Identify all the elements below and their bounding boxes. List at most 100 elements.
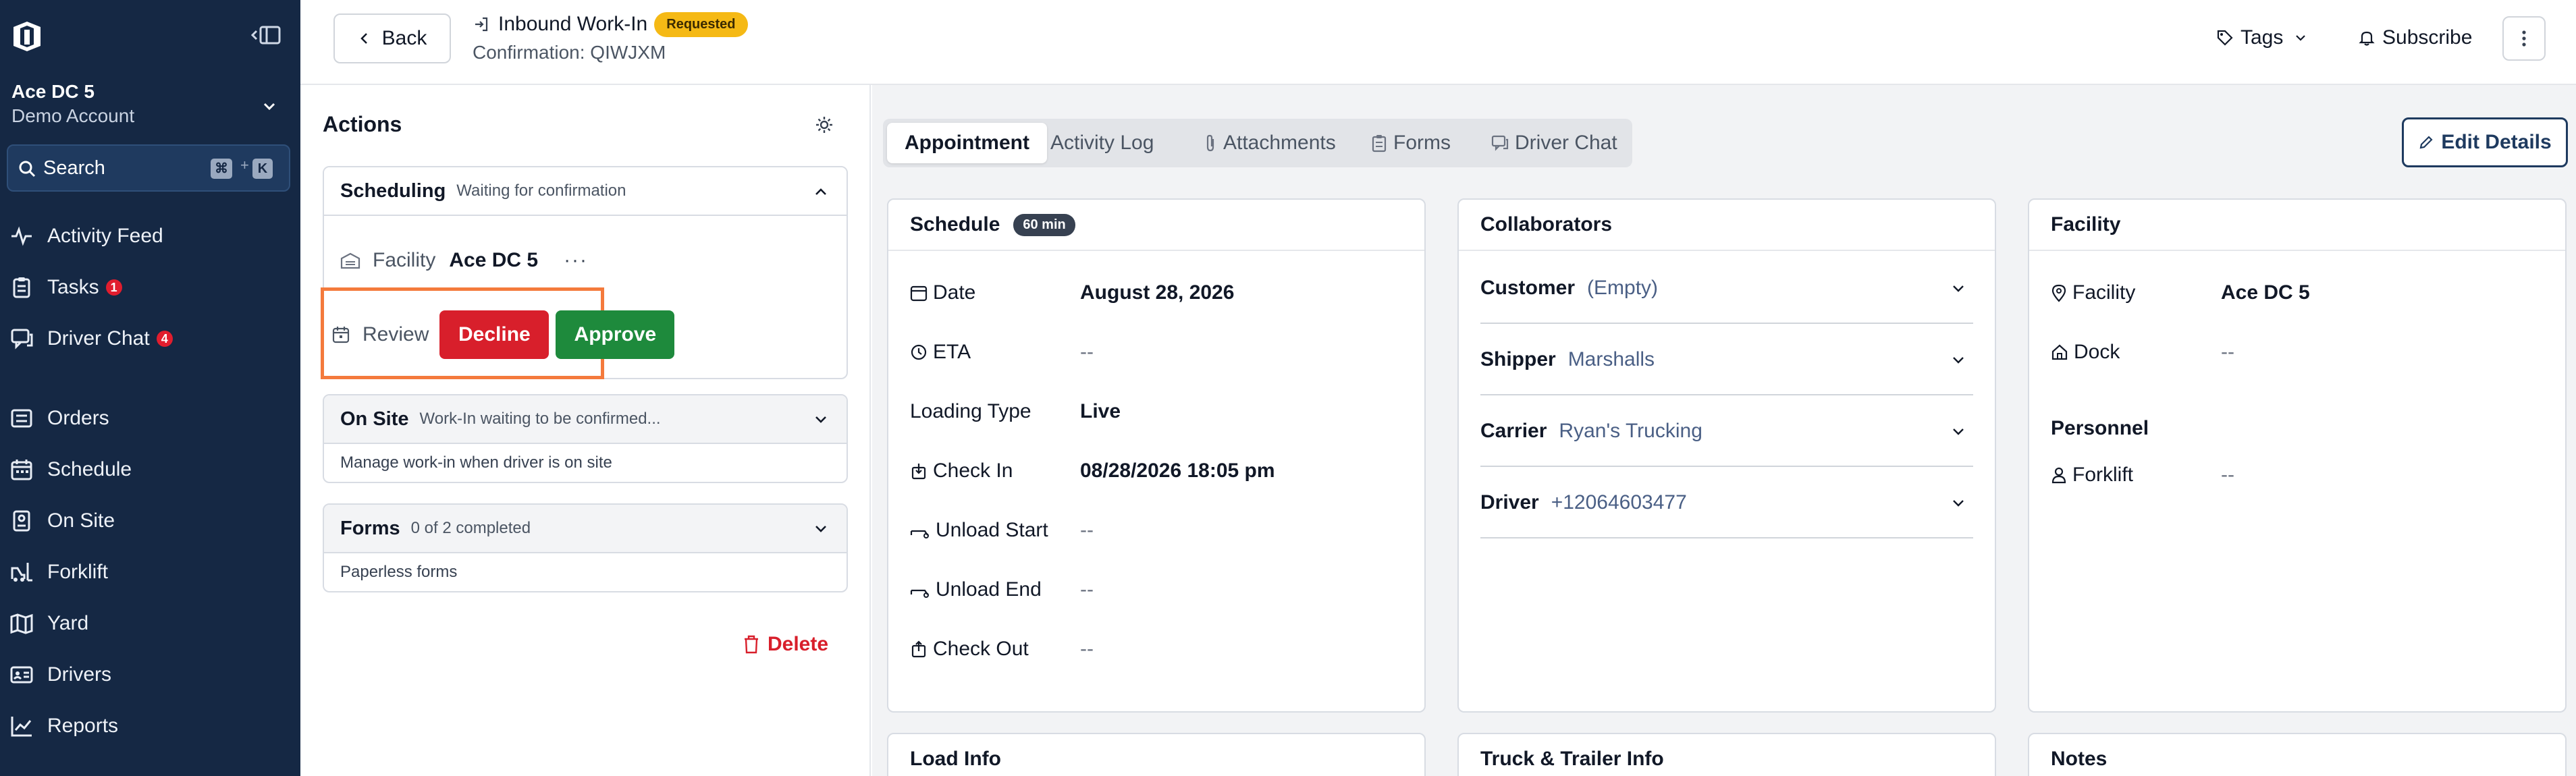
decline-button[interactable]: Decline (439, 310, 549, 359)
account-name: Ace DC 5 (11, 81, 95, 102)
subscribe-label: Subscribe (2382, 26, 2473, 49)
collaborator-row-driver[interactable]: Driver +12064603477 (1480, 468, 1973, 538)
warehouse-icon (340, 252, 360, 269)
schedule-value: Live (1080, 400, 1121, 422)
sidebar-item-schedule[interactable]: Schedule (9, 451, 290, 489)
shortcut-key-cmd: ⌘ (211, 159, 232, 179)
calendar-icon (9, 458, 34, 482)
bell-icon (2359, 31, 2375, 46)
more-options-button[interactable] (2502, 16, 2546, 61)
sidebar-item-reports[interactable]: Reports (9, 707, 290, 745)
sidebar-item-on-site[interactable]: On Site (9, 502, 290, 540)
tab-forms[interactable]: Forms (1370, 123, 1451, 163)
chevron-down-icon (260, 97, 279, 116)
sidebar-item-forklift[interactable]: Forklift (9, 553, 290, 591)
delete-button[interactable]: Delete (743, 633, 828, 656)
sidebar-item-activity-feed[interactable]: Activity Feed (9, 217, 290, 255)
scheduling-card-header[interactable]: Scheduling Waiting for confirmation (324, 167, 847, 216)
more-horizontal-icon[interactable]: ··· (564, 249, 588, 272)
personnel-heading: Personnel (2051, 417, 2149, 439)
forklift-value: -- (2221, 464, 2234, 486)
dolly-icon (910, 589, 929, 598)
chevron-left-icon (360, 33, 367, 44)
main-content: Appointment Activity Log Attachments For… (872, 85, 2576, 776)
collaborator-value: (Empty) (1587, 277, 1659, 299)
collaborators-panel-header: Collaborators (1459, 200, 1995, 251)
collaborators-panel: Collaborators Customer (Empty) Shipper M… (1457, 198, 1996, 713)
on-site-subtitle: Work-In waiting to be confirmed... (419, 410, 661, 428)
approve-button[interactable]: Approve (556, 310, 675, 359)
forms-card-header[interactable]: Forms 0 of 2 completed (324, 505, 847, 553)
schedule-title: Schedule (910, 213, 1000, 235)
tab-attachments[interactable]: Attachments (1203, 123, 1336, 163)
sidebar-item-label: Schedule (47, 458, 132, 480)
schedule-value: August 28, 2026 (1080, 281, 1235, 304)
map-pin-icon (2051, 284, 2066, 302)
tasks-count-badge: 1 (105, 279, 122, 296)
on-site-card-header[interactable]: On Site Work-In waiting to be confirmed.… (324, 395, 847, 444)
facility-title: Facility (2051, 213, 2121, 235)
chevron-down-icon[interactable] (1949, 494, 1968, 513)
chevron-down-icon[interactable] (1949, 279, 1968, 298)
collapse-sidebar-icon[interactable] (247, 23, 282, 47)
app-logo[interactable] (9, 19, 45, 54)
schedule-key: ETA (933, 341, 971, 363)
gear-icon[interactable] (814, 115, 834, 135)
sidebar-item-tasks[interactable]: Tasks 1 (9, 269, 290, 306)
edit-details-button[interactable]: Edit Details (2402, 117, 2568, 167)
tab-label: Attachments (1223, 132, 1336, 154)
sidebar-item-label: Tasks (47, 276, 99, 298)
home-icon (2051, 344, 2068, 360)
back-button[interactable]: Back (333, 13, 451, 63)
notes-panel: Notes (2028, 733, 2567, 776)
collaborator-value: Marshalls (1567, 348, 1655, 370)
schedule-key: Date (933, 281, 976, 304)
tab-label: Appointment (905, 132, 1029, 154)
page-title: Inbound Work-In (498, 13, 648, 35)
sidebar-item-yard[interactable]: Yard (9, 605, 290, 642)
load-info-panel: Load Info (887, 733, 1426, 776)
collaborator-row-shipper[interactable]: Shipper Marshalls (1480, 325, 1973, 395)
map-icon (9, 611, 34, 636)
forms-subtitle: 0 of 2 completed (410, 519, 531, 537)
subscribe-button[interactable]: Subscribe (2358, 22, 2472, 54)
tab-driver-chat[interactable]: Driver Chat (1491, 123, 1617, 163)
collaborator-key: Carrier (1480, 420, 1547, 442)
account-switcher[interactable]: Ace DC 5 Demo Account (11, 80, 290, 134)
tags-dropdown[interactable]: Tags (2216, 22, 2315, 54)
collaborator-value: Ryan's Trucking (1559, 420, 1702, 442)
kebab-menu-icon (2522, 30, 2526, 47)
collaborator-row-customer[interactable]: Customer (Empty) (1480, 254, 1973, 324)
sidebar-item-label: Reports (47, 715, 119, 737)
chevron-up-icon[interactable] (811, 182, 830, 201)
calendar-review-icon (332, 327, 350, 343)
activity-icon (9, 224, 34, 248)
tab-label: Driver Chat (1515, 132, 1617, 154)
dock-key: Dock (2074, 341, 2120, 363)
chevron-down-icon[interactable] (811, 410, 830, 429)
schedule-key: Check In (933, 460, 1013, 482)
forms-title: Forms (340, 517, 400, 539)
search-input[interactable]: Search ⌘ + K (7, 144, 290, 192)
chevron-down-icon[interactable] (811, 520, 830, 538)
sidebar-item-driver-chat[interactable]: Driver Chat 4 (9, 320, 290, 358)
tab-appointment[interactable]: Appointment (887, 123, 1047, 163)
tab-label: Activity Log (1050, 132, 1154, 154)
facility-value: Ace DC 5 (2221, 281, 2310, 304)
sidebar-item-drivers[interactable]: Drivers (9, 656, 290, 694)
chevron-down-icon[interactable] (1949, 422, 1968, 441)
sign-in-icon (475, 17, 488, 32)
shortcut-plus: + (240, 157, 249, 173)
list-icon (9, 406, 34, 431)
chat-count-badge: 4 (156, 331, 173, 347)
facility-key: Facility (2072, 281, 2136, 304)
pencil-icon (2419, 136, 2433, 149)
tab-activity-log[interactable]: Activity Log (1050, 123, 1154, 163)
sidebar-item-orders[interactable]: Orders (9, 399, 290, 437)
chevron-down-icon[interactable] (1949, 351, 1968, 370)
shortcut-key-k: K (252, 159, 273, 179)
schedule-value: -- (1080, 578, 1094, 601)
sidebar-item-label: Activity Feed (47, 225, 163, 247)
on-site-title: On Site (340, 408, 409, 430)
collaborator-row-carrier[interactable]: Carrier Ryan's Trucking (1480, 397, 1973, 467)
